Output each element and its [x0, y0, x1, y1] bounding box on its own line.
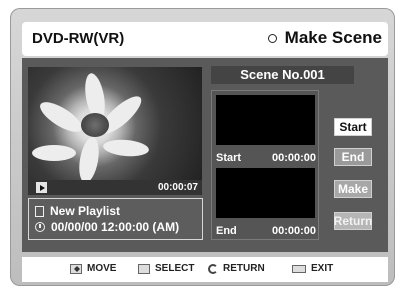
help-select-label: SELECT — [155, 263, 195, 274]
select-icon — [138, 263, 150, 274]
playlist-info: New Playlist 00/00/00 12:00:00 (AM) — [28, 198, 203, 240]
flower-center — [81, 113, 109, 137]
playback-time: 00:00:07 — [157, 182, 198, 193]
flower-petal — [32, 145, 76, 161]
help-move-label: MOVE — [87, 263, 117, 274]
start-thumbnail — [216, 95, 315, 145]
datetime-row: 00/00/00 12:00:00 (AM) — [35, 220, 179, 234]
start-label: Start — [216, 152, 242, 164]
help-move: MOVE — [70, 263, 116, 274]
help-select: SELECT — [138, 263, 194, 274]
title-bar: DVD-RW(VR) Make Scene — [22, 22, 388, 56]
end-button[interactable]: End — [334, 148, 372, 166]
help-return-label: RETURN — [223, 263, 265, 274]
help-return: RETURN — [208, 263, 265, 274]
scene-editor: Start 00:00:00 End 00:00:00 — [211, 90, 319, 240]
move-icon — [70, 263, 82, 274]
end-label: End — [216, 225, 237, 237]
document-icon — [35, 205, 44, 217]
start-row: Start 00:00:00 — [216, 152, 316, 164]
help-exit: EXIT — [292, 263, 333, 274]
playlist-name: New Playlist — [50, 204, 121, 218]
flower-petal — [35, 96, 87, 138]
return-button[interactable]: Return — [334, 212, 372, 230]
disc-type-label: DVD-RW(VR) — [32, 30, 125, 47]
playback-bar: 00:00:07 — [28, 180, 202, 195]
flower-petal — [76, 135, 102, 180]
flower-petal — [102, 138, 150, 158]
return-icon — [208, 263, 218, 274]
make-button[interactable]: Make — [334, 180, 372, 198]
end-time: 00:00:00 — [271, 225, 316, 237]
play-icon[interactable] — [36, 182, 47, 193]
end-thumbnail — [216, 168, 315, 218]
start-time: 00:00:00 — [271, 152, 316, 164]
circle-icon — [267, 33, 277, 43]
clock-icon — [35, 222, 45, 232]
playlist-row: New Playlist — [35, 204, 120, 218]
screen-title: Make Scene — [267, 28, 382, 48]
scene-number: Scene No.001 — [211, 66, 354, 84]
help-exit-label: EXIT — [311, 263, 334, 274]
help-bar: MOVE SELECT RETURN EXIT — [22, 257, 388, 282]
screen-title-text: Make Scene — [284, 28, 382, 47]
video-preview — [28, 67, 202, 180]
exit-icon — [292, 264, 306, 273]
end-row: End 00:00:00 — [216, 225, 316, 237]
playlist-datetime: 00/00/00 12:00:00 (AM) — [51, 220, 180, 234]
start-button[interactable]: Start — [334, 118, 372, 136]
